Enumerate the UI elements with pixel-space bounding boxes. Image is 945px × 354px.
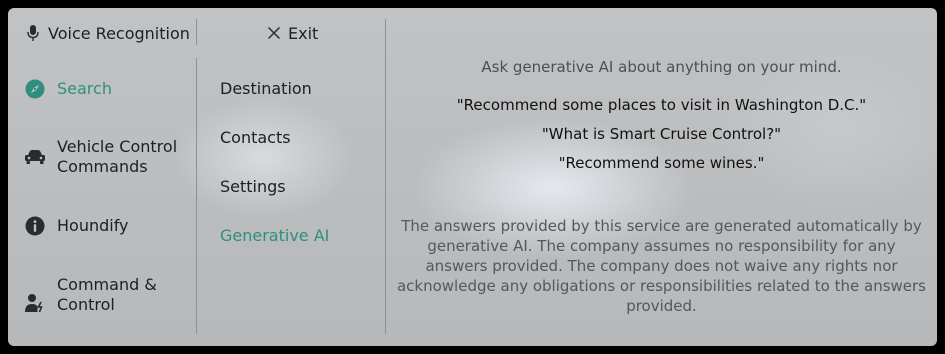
sidebar-item-search[interactable]: Search bbox=[24, 78, 112, 100]
close-icon bbox=[266, 25, 282, 41]
voice-recognition-title: Voice Recognition bbox=[48, 23, 190, 43]
submenu-item-contacts[interactable]: Contacts bbox=[220, 128, 291, 147]
sidebar-item-label: Command & Control bbox=[57, 275, 157, 314]
sidebar-item-label: Vehicle Control Commands bbox=[57, 137, 178, 176]
microphone-icon bbox=[26, 23, 40, 43]
sidebar-item-label: Search bbox=[57, 79, 112, 98]
voice-recognition-header: Voice Recognition bbox=[26, 22, 190, 44]
person-voice-icon bbox=[24, 292, 46, 314]
sidebar-item-command-control[interactable]: Command & Control bbox=[24, 275, 157, 315]
exit-button[interactable]: Exit bbox=[266, 22, 318, 44]
sidebar-item-label: Houndify bbox=[57, 216, 129, 235]
info-icon bbox=[24, 215, 46, 237]
exit-label: Exit bbox=[288, 23, 319, 43]
submenu-item-destination[interactable]: Destination bbox=[220, 79, 312, 98]
submenu-item-generative-ai[interactable]: Generative AI bbox=[220, 226, 329, 245]
example-query: "Recommend some places to visit in Washi… bbox=[456, 96, 867, 114]
sidebar-item-vehicle-control-commands[interactable]: Vehicle Control Commands bbox=[24, 137, 177, 177]
car-icon bbox=[24, 146, 46, 168]
example-query: "What is Smart Cruise Control?" bbox=[541, 125, 782, 143]
generative-ai-prompt: Ask generative AI about anything on your… bbox=[481, 58, 842, 76]
compass-icon bbox=[24, 78, 46, 100]
example-query: "Recommend some wines." bbox=[558, 154, 765, 172]
sidebar-item-houndify[interactable]: Houndify bbox=[24, 215, 129, 237]
voice-recognition-screen: Voice Recognition Exit Search Vehicle Co… bbox=[8, 8, 937, 346]
header-divider bbox=[196, 19, 197, 45]
sidebar-divider bbox=[196, 58, 197, 334]
disclaimer-text: The answers provided by this service are… bbox=[396, 217, 926, 315]
submenu-item-settings[interactable]: Settings bbox=[220, 177, 286, 196]
